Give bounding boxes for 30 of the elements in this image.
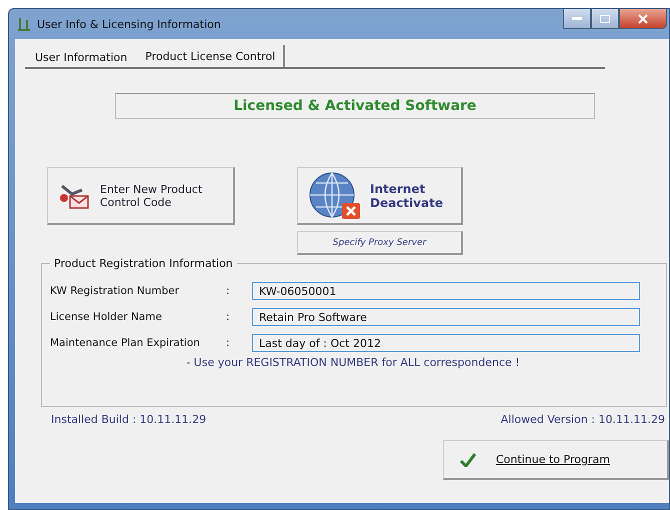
field-label: Maintenance Plan Expiration [50,337,201,349]
deactivate-button[interactable]: Internet Deactivate [297,167,463,225]
note-text: - Use your REGISTRATION NUMBER for ALL correspondence ! [186,356,520,369]
tab[interactable]: User Information [25,48,136,67]
proxy-button[interactable]: Specify Proxy Server [297,231,463,255]
field-label: License Holder Name [50,311,163,323]
field-label: KW Registration Number [50,285,180,297]
minimize-button[interactable] [563,9,591,29]
minimize-icon [572,16,582,20]
group-title: Product Registration Information [53,257,234,270]
installed-build: Installed Build : 10.11.11.29 [51,413,206,426]
maximize-icon [600,14,610,22]
enter-code-button[interactable]: Enter New Product Control Code [47,167,235,225]
input-field[interactable]: Last day of : Oct 2012 [252,334,640,352]
maximize-button[interactable] [591,9,619,29]
colon: : [226,337,231,349]
continue-button[interactable]: Continue to Program [443,440,669,480]
input-field[interactable]: Retain Pro Software [252,308,640,326]
checkmark-icon [460,452,476,466]
app-icon [17,16,31,32]
globe-error-icon [308,170,362,220]
input-field[interactable]: KW-06050001 [252,282,640,300]
allowed-version: Allowed Version : 10.11.11.29 [500,413,665,426]
window-title: User Info & Licensing Information [37,18,222,30]
close-icon [638,14,648,24]
status-banner: Licensed & Activated Software [115,93,595,119]
colon: : [226,285,231,297]
colon: : [226,311,231,323]
close-button[interactable] [619,9,667,29]
tab[interactable]: Product License Control [135,45,286,67]
